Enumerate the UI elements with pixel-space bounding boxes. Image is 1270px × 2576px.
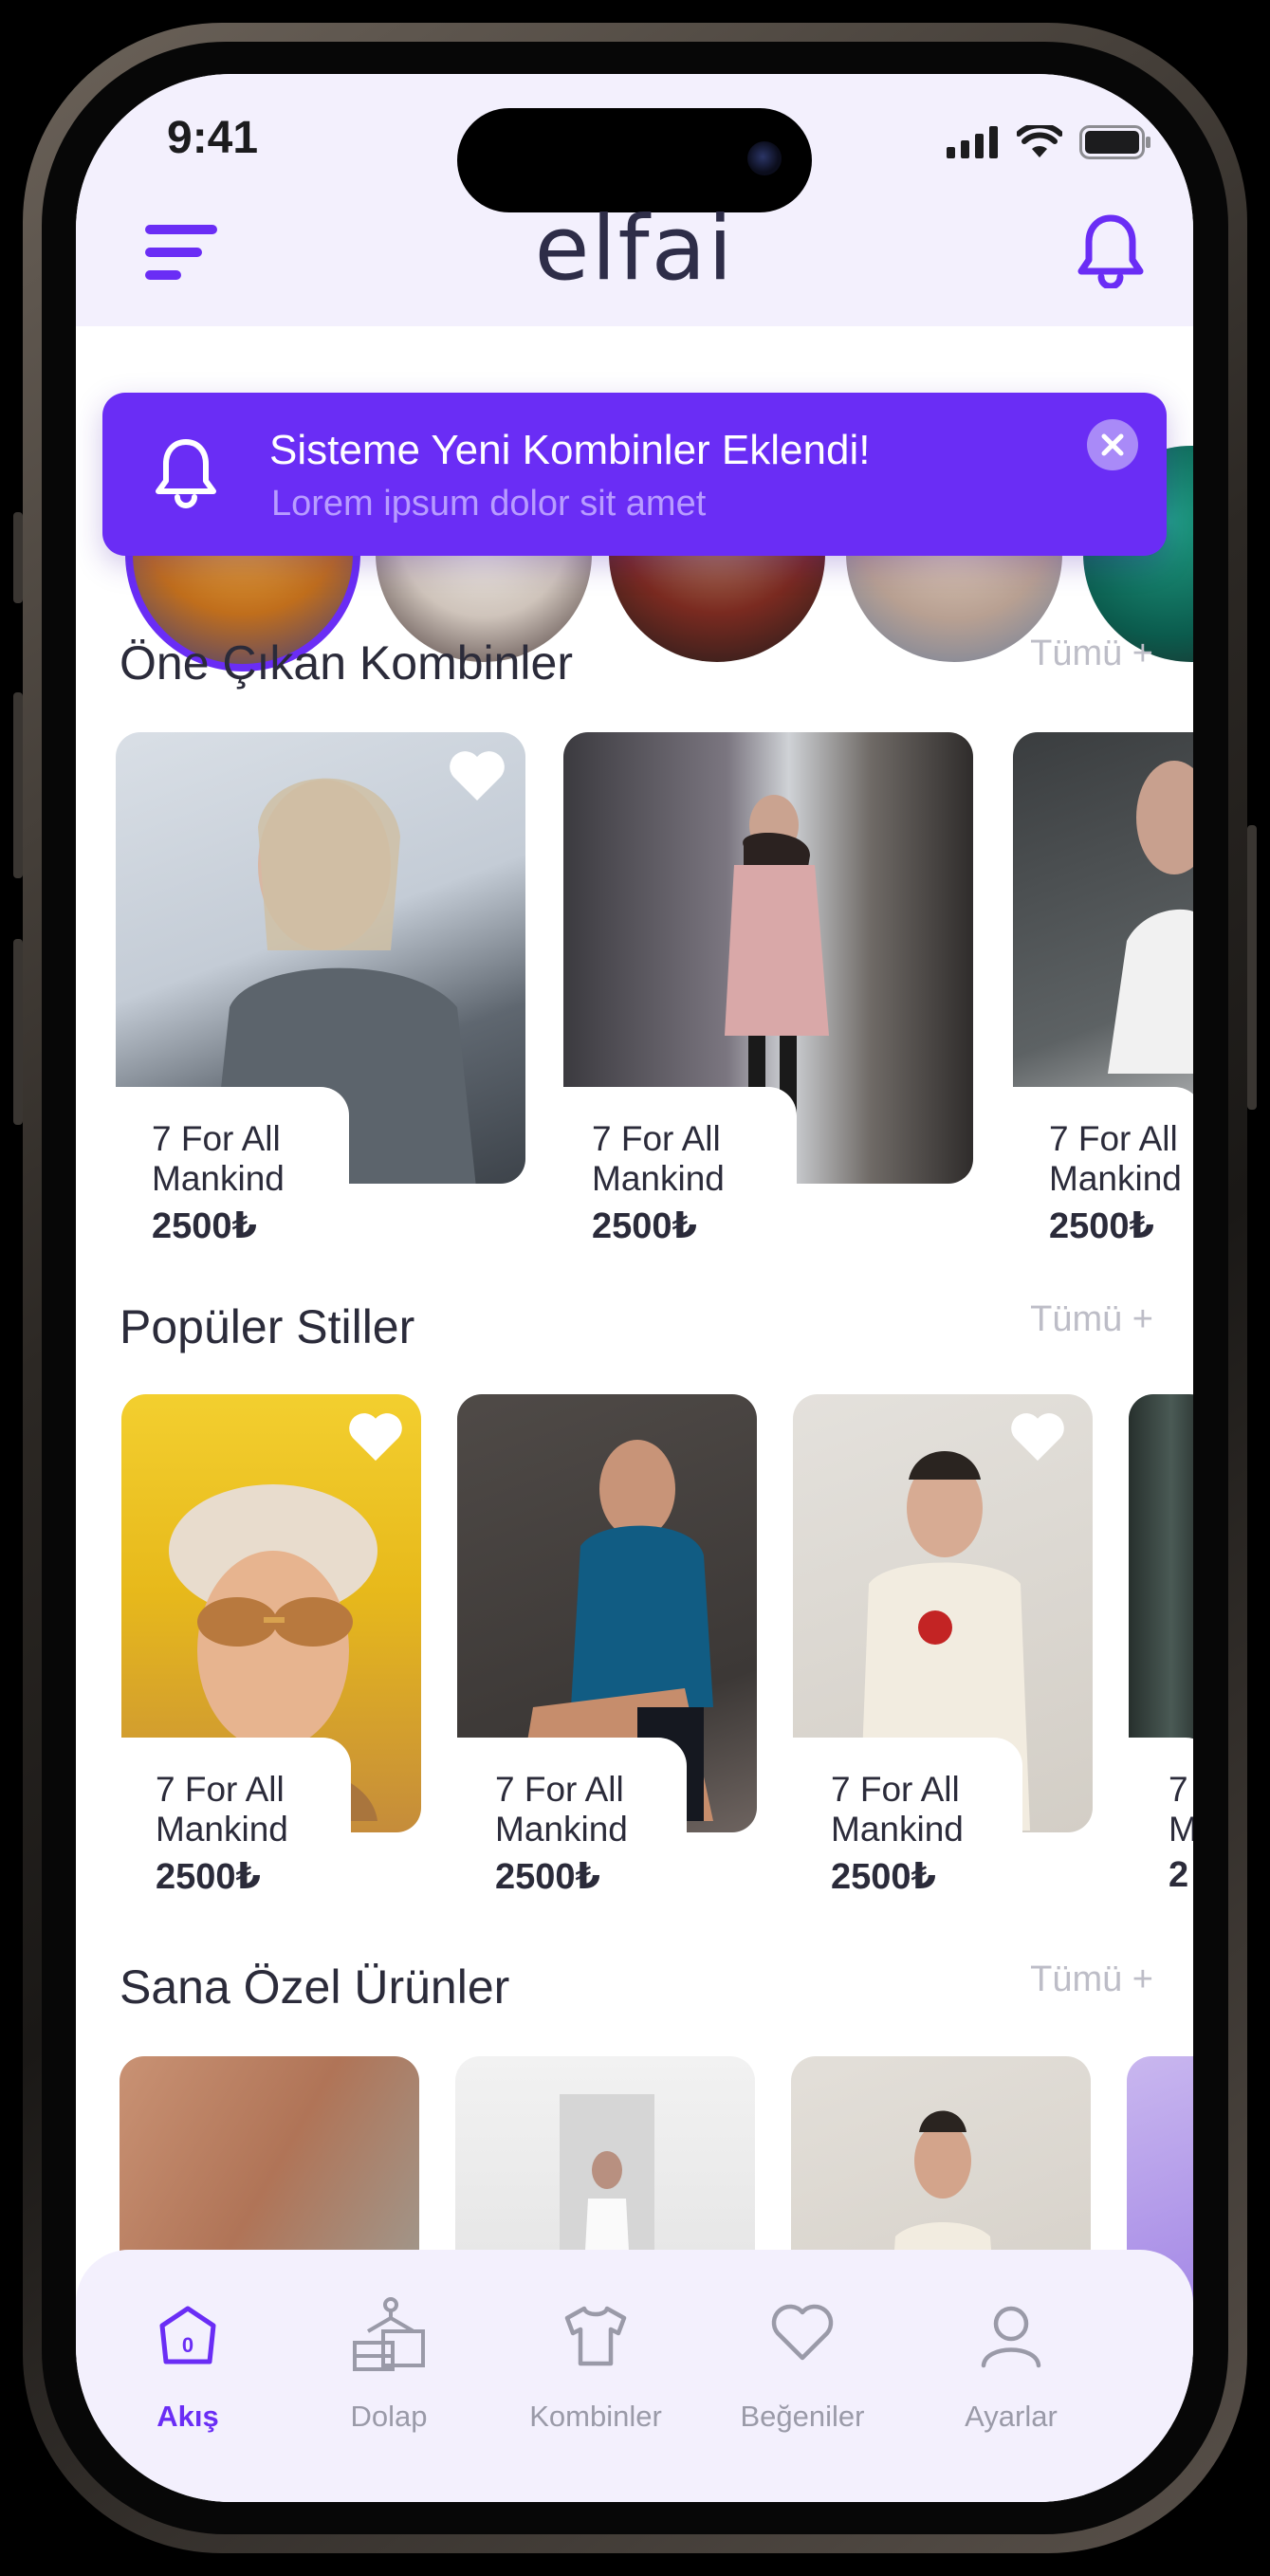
close-icon	[1101, 433, 1124, 456]
favorite-icon[interactable]	[1009, 1411, 1066, 1463]
toast-title: Sisteme Yeni Kombinler Eklendi!	[269, 427, 871, 473]
section-title-for-you: Sana Özel Ürünler	[120, 1960, 510, 2014]
tab-label: Akış	[156, 2400, 219, 2433]
heart-icon	[771, 2304, 834, 2361]
tshirt-icon	[564, 2306, 627, 2366]
bell-icon	[1077, 214, 1144, 290]
product-price: 2	[1169, 1855, 1189, 1895]
product-brand: 7 For All Mankind	[831, 1770, 964, 1849]
product-brand: 7 For All Mankind	[1049, 1119, 1182, 1198]
product-price: 2500₺	[831, 1857, 936, 1897]
product-brand: 7 For All Mankind	[495, 1770, 628, 1849]
favorite-icon[interactable]	[347, 1411, 404, 1463]
user-icon	[981, 2306, 1041, 2368]
see-all-featured[interactable]: Tümü +	[1030, 634, 1153, 674]
tab-ayarlar[interactable]: Ayarlar	[899, 2250, 1123, 2458]
tab-label: Ayarlar	[965, 2400, 1058, 2433]
product-price: 2500₺	[152, 1206, 257, 1246]
tab-kombinler[interactable]: Kombinler	[484, 2250, 708, 2458]
product-brand: 7 For All Mankind	[592, 1119, 725, 1198]
wifi-icon	[1017, 125, 1062, 157]
home-icon: 0	[159, 2306, 216, 2364]
home-badge: 0	[182, 2333, 193, 2357]
section-title-featured: Öne Çıkan Kombinler	[120, 636, 574, 690]
product-price: 2500₺	[592, 1206, 697, 1246]
product-price: 2500₺	[1049, 1206, 1154, 1246]
signal-icon	[947, 126, 998, 158]
side-button	[13, 692, 23, 878]
menu-icon	[145, 225, 217, 280]
tab-label: Dolap	[350, 2400, 428, 2433]
model-silhouette	[1108, 761, 1193, 1074]
product-price: 2500₺	[156, 1857, 261, 1897]
notifications-button[interactable]	[1074, 212, 1148, 290]
tab-label: Beğeniler	[740, 2400, 865, 2433]
product-brand: 7 For All Mankind	[152, 1119, 285, 1198]
menu-button[interactable]	[144, 222, 220, 283]
status-time: 9:41	[167, 113, 259, 163]
tab-dolap[interactable]: Dolap	[277, 2250, 501, 2458]
status-icons	[947, 125, 1151, 159]
product-brand: 7 For All Mankind	[156, 1770, 288, 1849]
toast-close-button[interactable]	[1087, 419, 1138, 470]
toast-subtitle: Lorem ipsum dolor sit amet	[271, 484, 707, 524]
section-title-popular: Popüler Stiller	[120, 1300, 415, 1353]
see-all-popular[interactable]: Tümü +	[1030, 1299, 1153, 1340]
bottom-tab-bar: 0 Akış Dolap Kombinler Beğeniler Ayarlar	[76, 2250, 1193, 2502]
notification-toast[interactable]: Sisteme Yeni Kombinler Eklendi! Lorem ip…	[102, 393, 1167, 556]
app-logo: elfai	[534, 197, 735, 301]
tab-akis[interactable]: 0 Akış	[76, 2250, 300, 2458]
side-button	[13, 939, 23, 1125]
wardrobe-icon	[353, 2297, 425, 2371]
tab-begeniler[interactable]: Beğeniler	[690, 2250, 914, 2458]
side-button	[1247, 825, 1257, 1110]
product-brand: 7M	[1169, 1770, 1193, 1849]
side-button	[13, 512, 23, 603]
app-screen: 9:41 elfai Sisteme Yeni Kombinler Eklend…	[76, 74, 1193, 2502]
see-all-for-you[interactable]: Tümü +	[1030, 1960, 1153, 2000]
camera-icon	[747, 141, 782, 175]
battery-icon	[1079, 125, 1150, 159]
bell-icon	[156, 439, 216, 508]
product-price: 2500₺	[495, 1857, 600, 1897]
tab-label: Kombinler	[529, 2400, 662, 2433]
favorite-icon[interactable]	[448, 749, 506, 802]
